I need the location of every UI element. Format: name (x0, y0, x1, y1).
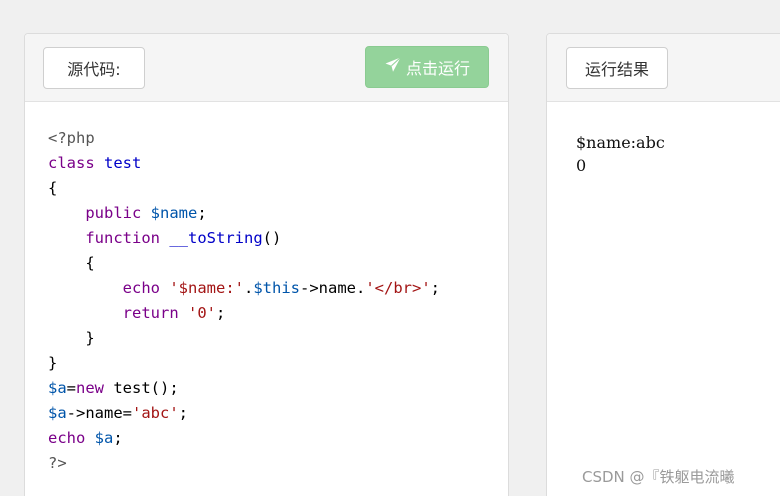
code-token: 'abc' (132, 404, 179, 422)
paper-plane-icon (384, 56, 402, 78)
code-token: '0' (187, 304, 216, 322)
code-token: . (243, 279, 254, 297)
code-token: return (122, 304, 188, 322)
code-token: } (48, 354, 58, 372)
code-token: ; (215, 304, 226, 322)
run-result-button[interactable]: 运行结果 (566, 47, 668, 89)
result-output: $name:abc 0 (576, 131, 665, 177)
code-line: echo '$name:'.$this->name.'</br>'; (48, 276, 440, 301)
code-token: $a (48, 379, 67, 397)
source-panel-header: 源代码: 点击运行 (25, 34, 508, 102)
code-token: function (85, 229, 170, 247)
code-token: { (48, 254, 95, 272)
code-token: ->name. (300, 279, 366, 297)
code-line: class test (48, 151, 440, 176)
code-line: function __toString() (48, 226, 440, 251)
result-panel-header: 运行结果 (547, 34, 780, 102)
code-editor[interactable]: <?php class test { public $name; function … (48, 126, 440, 476)
code-token: echo (48, 429, 95, 447)
code-token: public (85, 204, 151, 222)
code-line: <?php (48, 126, 440, 151)
code-token: ?> (48, 454, 67, 472)
code-token: class (48, 154, 104, 172)
code-line: } (48, 351, 440, 376)
code-token: test (104, 154, 142, 172)
code-line: { (48, 251, 440, 276)
code-token: $a (94, 429, 114, 447)
output-line: $name:abc (576, 133, 665, 152)
code-token: '</br>' (365, 279, 431, 297)
code-token: __toString (169, 229, 263, 247)
code-line: echo $a; (48, 426, 440, 451)
output-line: 0 (576, 156, 587, 175)
code-token: } (48, 329, 95, 347)
code-token: = (66, 379, 77, 397)
code-token: ; (430, 279, 440, 297)
source-code-panel: 源代码: 点击运行 <?php class test { public $name;… (24, 33, 509, 496)
result-panel: 运行结果 $name:abc 0 (546, 33, 780, 496)
code-line: ?> (48, 451, 440, 476)
run-button-label: 点击运行 (405, 59, 470, 78)
code-line: } (48, 326, 440, 351)
code-token: ; (113, 429, 123, 447)
code-line: $a=new test(); (48, 376, 440, 401)
code-token: () (262, 229, 282, 247)
code-token: echo (122, 279, 170, 297)
code-token: ; (178, 404, 189, 422)
code-token: $name (150, 204, 198, 222)
code-token: $this (253, 279, 300, 297)
code-token: test(); (113, 379, 179, 397)
code-token: ->name= (66, 404, 132, 422)
code-line: { (48, 176, 440, 201)
code-token: { (48, 179, 58, 197)
code-line: $a->name='abc'; (48, 401, 440, 426)
source-code-button[interactable]: 源代码: (43, 47, 145, 89)
code-token: $a (48, 404, 67, 422)
code-token: ; (197, 204, 207, 222)
code-token: '$name:' (169, 279, 244, 297)
csdn-watermark: CSDN @『铁躯电流曦 (582, 468, 735, 486)
code-line: return '0'; (48, 301, 440, 326)
run-button[interactable]: 点击运行 (365, 46, 489, 88)
code-line: public $name; (48, 201, 440, 226)
code-token: new (76, 379, 114, 397)
code-token: <?php (48, 129, 95, 147)
